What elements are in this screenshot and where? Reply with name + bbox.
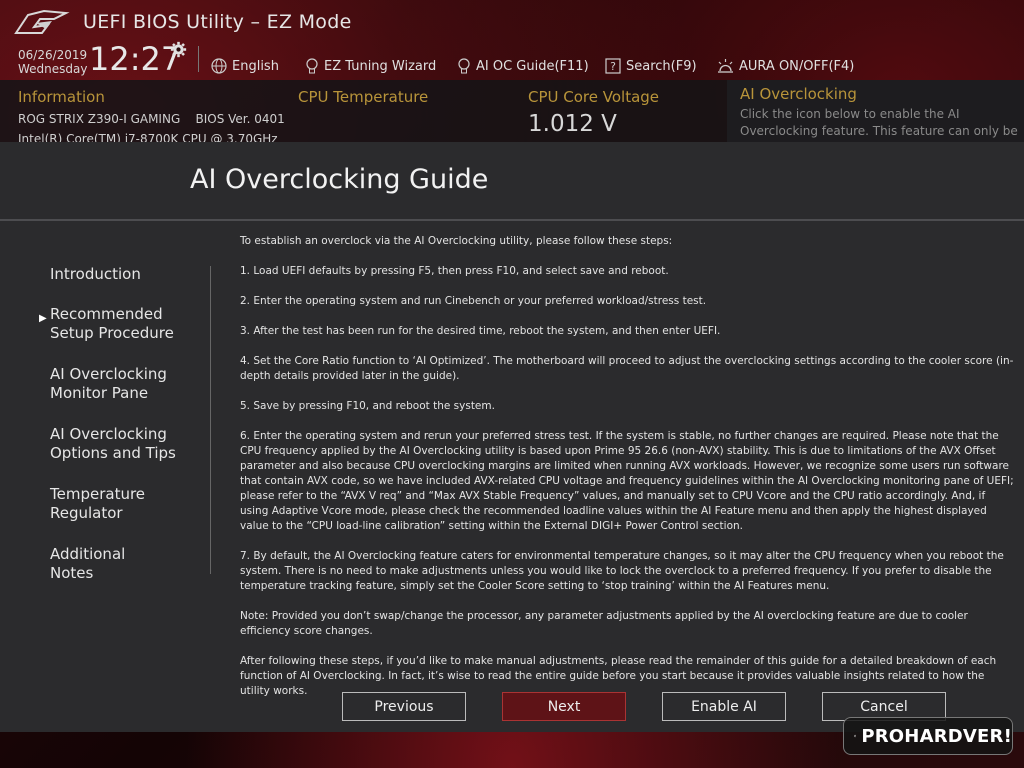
next-button[interactable]: Next [502,692,626,721]
search-label: Search(F9) [626,58,697,74]
ai-overclocking-guide-dialog: AI Overclocking Guide Introduction ▶ Rec… [0,142,1024,732]
svg-text:?: ? [610,60,616,73]
information-section: Information ROG STRIX Z390-I GAMING BIOS… [18,88,285,146]
nav-item-label: AI Overclocking [50,425,167,443]
previous-button[interactable]: Previous [342,692,466,721]
step-5: 5. Save by pressing F10, and reboot the … [240,400,495,412]
step-4: 4. Set the Core Ratio function to ‘AI Op… [240,355,1014,382]
gear-icon[interactable] [170,41,187,58]
nav-divider [210,266,211,574]
nav-item-label: Temperature [50,485,146,503]
toolbar-divider [198,46,199,72]
nav-item-introduction[interactable]: Introduction [50,265,141,284]
nav-item-label: Options and Tips [50,444,176,462]
watermark: PROHARDVER! [843,717,1013,755]
nav-item-label: Recommended [50,305,163,323]
nav-item-recommended-setup[interactable]: ▶ Recommended Setup Procedure [39,305,174,343]
clock-time: 12:27 [89,40,182,78]
note-paragraph: Note: Provided you don’t swap/change the… [240,610,968,637]
enable-ai-button[interactable]: Enable AI [662,692,786,721]
ai-oc-guide-button[interactable]: AI OC Guide(F11) [457,58,589,75]
nav-item-label: Introduction [50,265,141,283]
step-1: 1. Load UEFI defaults by pressing F5, th… [240,265,669,277]
lightbulb-icon [458,58,470,74]
date-display: 06/26/2019 Wednesday [18,48,87,76]
watermark-logo-icon [854,734,857,738]
day-text: Wednesday [18,62,88,76]
help-icon: ? [605,58,621,74]
language-label: English [232,58,279,74]
nav-item-monitor-pane[interactable]: AI Overclocking Monitor Pane [50,365,167,403]
rog-logo-icon [14,9,70,34]
nav-item-label: Additional [50,545,126,563]
search-button[interactable]: ? Search(F9) [605,58,697,74]
dialog-title: AI Overclocking Guide [190,164,489,195]
ai-oc-guide-label: AI OC Guide(F11) [476,59,589,74]
watermark-text: PROHARDVER! [861,725,1012,747]
globe-icon [211,58,227,74]
language-button[interactable]: English [211,58,279,74]
selected-arrow-icon: ▶ [39,313,47,324]
ez-tuning-wizard-label: EZ Tuning Wizard [324,59,437,74]
cpu-temperature-heading: CPU Temperature [298,88,429,106]
ai-overclocking-description: Click the icon below to enable the AI Ov… [740,107,1018,138]
title-divider [0,219,1024,221]
lightbulb-icon [306,58,318,74]
aura-label: AURA ON/OFF(F4) [739,58,855,74]
ai-overclocking-panel: AI Overclocking Click the icon below to … [727,80,1024,142]
nav-item-label: Notes [50,564,94,582]
step-2: 2. Enter the operating system and run Ci… [240,295,707,307]
nav-item-label: Setup Procedure [50,324,174,342]
cpu-voltage-section: CPU Core Voltage 1.012 V [528,88,659,137]
nav-item-options-tips[interactable]: AI Overclocking Options and Tips [50,425,176,463]
aura-toggle-button[interactable]: AURA ON/OFF(F4) [717,58,854,74]
guide-content: To establish an overclock via the AI Ove… [240,234,1016,714]
intro-paragraph: To establish an overclock via the AI Ove… [240,235,673,247]
date-text: 06/26/2019 [18,48,88,62]
step-7: 7. By default, the AI Overclocking featu… [240,550,1004,592]
cpu-voltage-heading: CPU Core Voltage [528,88,660,106]
information-heading: Information [18,88,105,106]
ai-overclocking-heading: AI Overclocking [740,85,857,103]
cpu-voltage-value: 1.012 V [528,111,617,137]
top-bar: UEFI BIOS Utility – EZ Mode 06/26/2019 W… [0,0,1024,80]
app-title: UEFI BIOS Utility – EZ Mode [83,11,352,33]
step-6: 6. Enter the operating system and rerun … [240,430,1014,532]
aura-light-icon [718,59,733,73]
board-info: ROG STRIX Z390-I GAMING BIOS Ver. 0401 [18,112,285,126]
cpu-temperature-section: CPU Temperature [298,88,428,106]
step-3: 3. After the test has been run for the d… [240,325,721,337]
nav-item-temperature-regulator[interactable]: Temperature Regulator [50,485,145,523]
ez-tuning-wizard-button[interactable]: EZ Tuning Wizard [305,58,436,75]
nav-item-additional-notes[interactable]: Additional Notes [50,545,125,583]
nav-item-label: Regulator [50,504,123,522]
nav-item-label: AI Overclocking [50,365,167,383]
nav-item-label: Monitor Pane [50,384,149,402]
